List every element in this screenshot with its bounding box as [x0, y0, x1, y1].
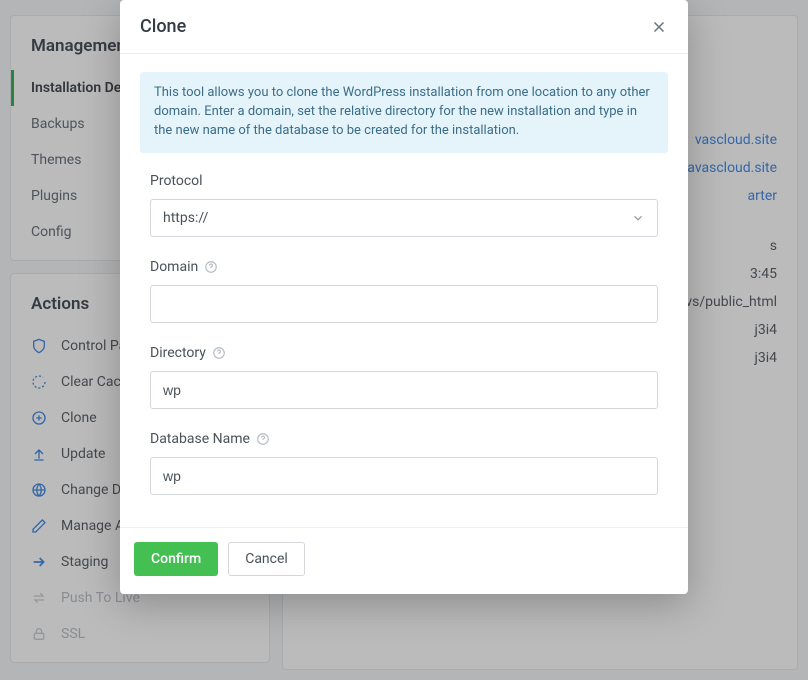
close-icon[interactable] — [650, 18, 668, 36]
directory-input[interactable] — [150, 371, 658, 409]
protocol-label: Protocol — [150, 173, 658, 189]
domain-input[interactable] — [150, 285, 658, 323]
help-icon[interactable] — [204, 260, 218, 274]
info-box: This tool allows you to clone the WordPr… — [140, 72, 668, 153]
clone-modal: Clone This tool allows you to clone the … — [120, 0, 688, 594]
modal-title: Clone — [140, 16, 186, 37]
protocol-select[interactable]: https:// — [150, 199, 658, 237]
database-label: Database Name — [150, 431, 658, 447]
directory-label: Directory — [150, 345, 658, 361]
help-icon[interactable] — [256, 432, 270, 446]
chevron-down-icon — [631, 211, 645, 225]
domain-label: Domain — [150, 259, 658, 275]
confirm-button[interactable]: Confirm — [134, 542, 218, 576]
help-icon[interactable] — [212, 346, 226, 360]
database-input[interactable] — [150, 457, 658, 495]
cancel-button[interactable]: Cancel — [228, 542, 305, 576]
